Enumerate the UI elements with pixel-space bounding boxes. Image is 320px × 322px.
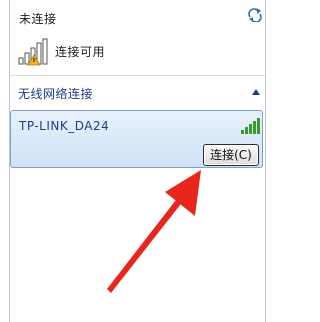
panel-right-border [265,0,266,322]
network-ssid: TP-LINK_DA24 [19,119,110,133]
wireless-section-title: 无线网络连接 [18,87,94,101]
wireless-section-header[interactable]: 无线网络连接 [10,76,265,106]
network-flyout-panel: 未连接 连接可用 无线网络连接 TP-LINK_DA24 连接(C) [0,0,275,322]
connection-available-label: 连接可用 [55,45,106,59]
signal-strength-icon [241,118,260,134]
network-item-tp-link-da24[interactable]: TP-LINK_DA24 连接(C) [10,110,263,168]
chevron-up-icon[interactable] [252,89,260,95]
signal-bars-warning-icon [18,38,48,66]
refresh-icon[interactable] [247,8,263,22]
connect-button[interactable]: 连接(C) [203,144,259,166]
connection-status-title: 未连接 [19,12,57,26]
